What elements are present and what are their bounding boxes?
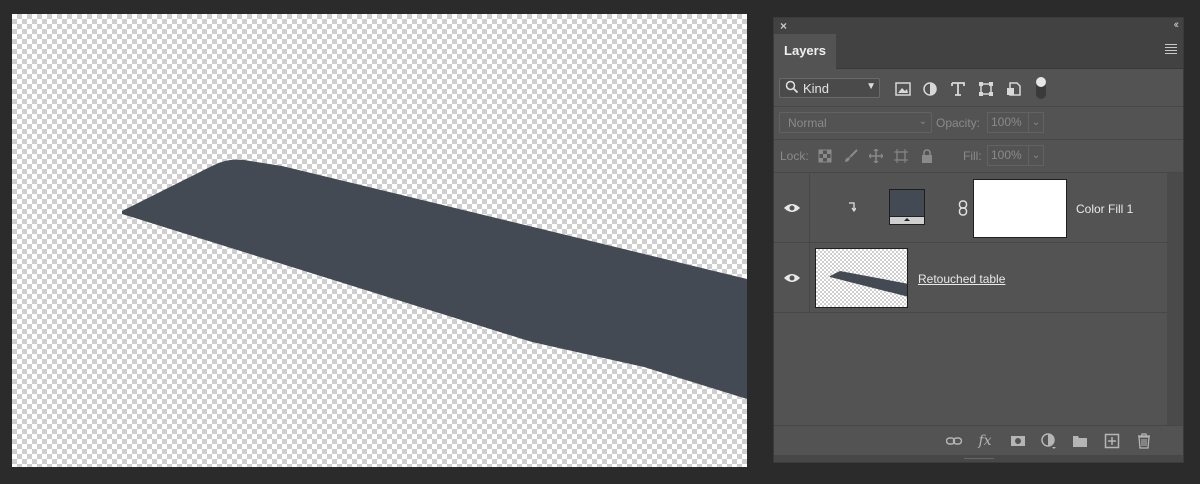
kind-filter-label: Kind: [803, 81, 830, 96]
lock-transparent-pixels-icon[interactable]: [818, 149, 832, 163]
clipping-mask-arrow-icon: [849, 202, 856, 212]
search-icon: [785, 80, 799, 94]
layers-panel: × ‹‹ Layers Kind ▼ Normal ⌄ Opacity: 100…: [773, 17, 1184, 463]
opacity-label: Opacity:: [936, 116, 981, 130]
link-chain-icon[interactable]: [958, 200, 968, 216]
delete-layer-trash-icon[interactable]: [1136, 433, 1152, 449]
layer-mask-thumbnail[interactable]: [973, 179, 1067, 238]
color-fill-thumbnail[interactable]: [889, 189, 925, 225]
panel-tabbar: Layers: [774, 34, 1183, 69]
panel-titlebar: × ‹‹: [774, 18, 1183, 34]
tab-layers[interactable]: Layers: [774, 34, 836, 69]
chevron-down-icon: ⌄: [918, 116, 927, 127]
opacity-chevron-icon[interactable]: ⌄: [1029, 112, 1044, 133]
new-group-folder-icon[interactable]: [1072, 433, 1088, 449]
table-thumbnail-shape: [830, 271, 907, 297]
shape-filter-icon[interactable]: [978, 82, 994, 96]
visibility-toggle[interactable]: [774, 243, 810, 312]
lock-all-icon[interactable]: [920, 149, 934, 163]
close-panel-icon[interactable]: ×: [780, 19, 787, 33]
fill-input[interactable]: 100%: [987, 145, 1029, 166]
visibility-toggle[interactable]: [774, 173, 810, 242]
type-filter-icon[interactable]: [950, 82, 966, 96]
opacity-input[interactable]: 100%: [987, 112, 1029, 133]
lock-row: Lock: Fill: 100% ⌄: [774, 140, 1183, 173]
layer-row-color-fill[interactable]: Color Fill 1: [774, 173, 1167, 243]
lock-image-pixels-icon[interactable]: [844, 149, 858, 163]
fill-chevron-icon[interactable]: ⌄: [1029, 145, 1044, 166]
layer-name[interactable]: Retouched table: [918, 272, 1005, 286]
chevron-down-icon: ▼: [866, 81, 876, 92]
layers-bottom-toolbar: fx: [774, 425, 1183, 456]
blend-row: Normal ⌄ Opacity: 100% ⌄: [774, 107, 1183, 140]
panel-resize-grip[interactable]: [774, 455, 1183, 462]
add-mask-icon[interactable]: [1010, 433, 1026, 449]
panel-menu-icon[interactable]: [1165, 44, 1177, 56]
filter-toggle-switch[interactable]: [1036, 77, 1046, 99]
link-layers-icon[interactable]: [946, 433, 962, 449]
layer-filter-row: Kind ▼: [774, 70, 1183, 107]
eye-icon[interactable]: [784, 273, 800, 283]
new-adjustment-layer-icon[interactable]: [1041, 433, 1057, 449]
new-layer-icon[interactable]: [1104, 433, 1120, 449]
kind-filter-select[interactable]: Kind ▼: [779, 78, 880, 98]
lock-label: Lock:: [780, 149, 809, 163]
layers-scrollbar[interactable]: [1167, 173, 1183, 426]
layer-thumbnail[interactable]: [815, 248, 908, 308]
layer-name[interactable]: Color Fill 1: [1076, 202, 1133, 216]
document-canvas[interactable]: [12, 14, 747, 467]
blend-mode-label: Normal: [788, 116, 827, 130]
fill-label: Fill:: [963, 149, 982, 163]
adjustment-filter-icon[interactable]: [922, 82, 938, 96]
smart-object-filter-icon[interactable]: [1006, 82, 1022, 96]
lock-artboard-icon[interactable]: [894, 149, 908, 163]
fx-icon[interactable]: fx: [977, 433, 993, 449]
lock-position-icon[interactable]: [869, 149, 883, 163]
image-filter-icon[interactable]: [895, 82, 911, 96]
layer-row-retouched-table[interactable]: Retouched table: [774, 243, 1167, 313]
blend-mode-select[interactable]: Normal ⌄: [779, 112, 932, 133]
retouched-table-shape: [122, 159, 747, 399]
eye-icon[interactable]: [784, 203, 800, 213]
collapse-panel-icon[interactable]: ‹‹: [1174, 18, 1180, 32]
